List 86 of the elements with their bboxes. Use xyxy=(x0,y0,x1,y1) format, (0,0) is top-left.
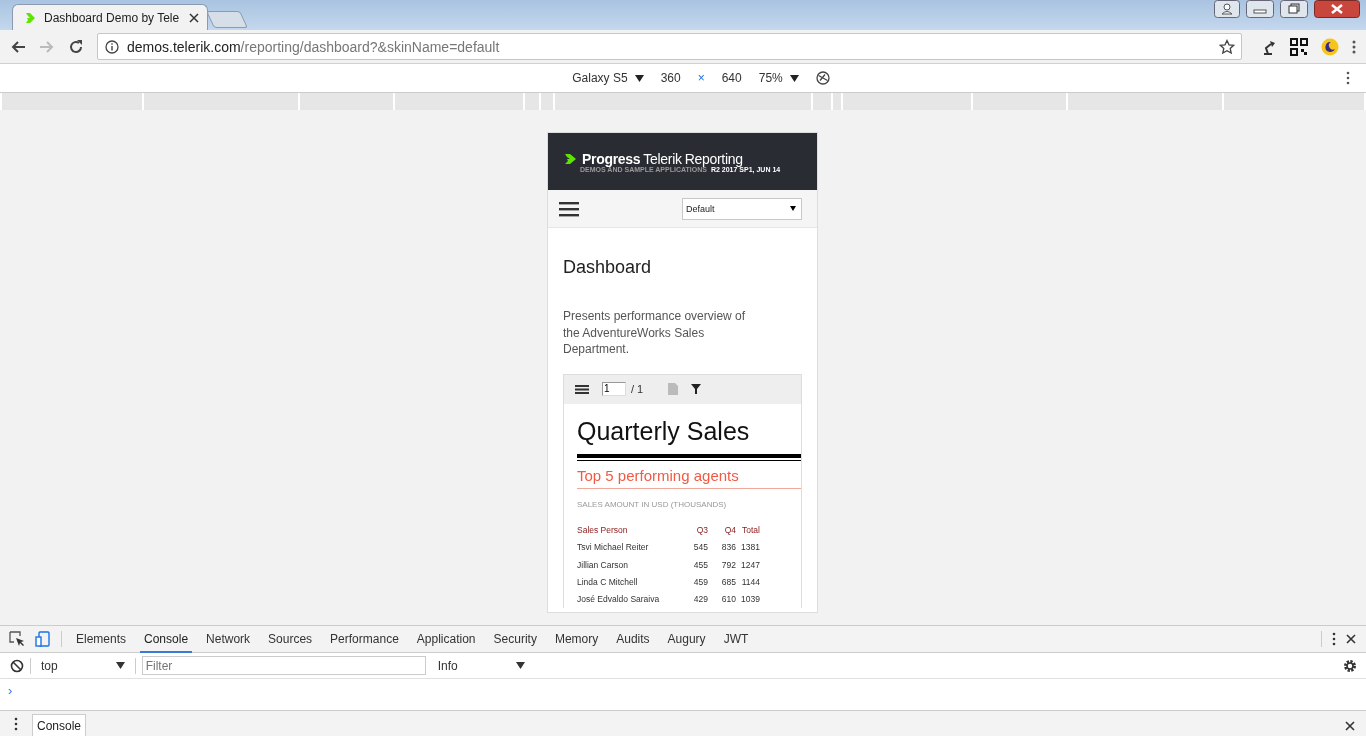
table-cell-text: 836 xyxy=(720,542,736,553)
table-cell-text: 610 xyxy=(720,594,736,605)
devtools-tab[interactable]: Security xyxy=(489,625,541,653)
devtools-tab[interactable]: Application xyxy=(412,625,480,653)
caret-icon xyxy=(789,74,799,82)
table-cell-text: 459 xyxy=(692,577,708,588)
qr-code-icon[interactable] xyxy=(1290,37,1308,56)
close-icon[interactable] xyxy=(189,12,199,23)
console-prompt[interactable]: › xyxy=(8,683,13,698)
info-icon xyxy=(105,39,119,54)
table-cell-text: 685 xyxy=(720,577,736,588)
caret-icon xyxy=(634,74,644,82)
clear-console-icon[interactable] xyxy=(10,658,24,673)
table-cell-text: José Edvaldo Saraiva xyxy=(577,594,661,605)
menu-icon[interactable] xyxy=(575,384,589,394)
close-icon[interactable] xyxy=(1314,0,1360,18)
report-note: SALES AMOUNT IN USD (THOUSANDS) xyxy=(577,499,728,509)
settings-icon[interactable] xyxy=(1343,658,1357,673)
url-text: demos.telerik.com/reporting/dashboard?&skinName=default xyxy=(127,38,501,55)
context-dropdown[interactable]: top xyxy=(37,658,129,673)
reload-icon[interactable] xyxy=(68,38,84,55)
column-header: Total xyxy=(741,525,760,536)
close-icon[interactable] xyxy=(1345,721,1355,731)
devtools-tab[interactable]: Performance xyxy=(326,625,403,653)
zoom-dropdown[interactable]: 75% xyxy=(758,71,799,85)
height-value[interactable]: 640 xyxy=(721,71,742,85)
table-cell-text: 1039 xyxy=(740,594,760,605)
device-dropdown[interactable]: Galaxy S5 xyxy=(572,71,644,85)
devtools-tab[interactable]: JWT xyxy=(719,625,753,653)
menu-icon[interactable] xyxy=(559,200,579,217)
user-icon[interactable] xyxy=(1214,0,1240,18)
devtools-tab[interactable]: Memory xyxy=(550,625,603,653)
devtools-tab[interactable]: Sources xyxy=(264,625,317,653)
report-title: Quarterly Sales xyxy=(577,403,801,458)
filter-field[interactable]: Filter xyxy=(141,656,426,675)
column-header: Q3 xyxy=(695,525,708,536)
close-icon[interactable] xyxy=(1346,634,1356,644)
restore-icon[interactable] xyxy=(1280,0,1308,18)
table-cell-text: Linda C Mitchell xyxy=(577,577,639,588)
table-cell-text: 1381 xyxy=(740,542,760,553)
menu-icon[interactable] xyxy=(14,717,18,731)
skin-dropdown[interactable]: Default xyxy=(682,197,802,220)
devtools-tab[interactable]: Audits xyxy=(612,625,654,653)
product-name: Reporting xyxy=(684,150,743,167)
devtools-tab[interactable]: Network xyxy=(202,625,255,653)
minimize-icon[interactable] xyxy=(1246,0,1274,18)
inspect-icon[interactable] xyxy=(9,631,25,647)
times-sign: × xyxy=(697,71,705,85)
rotate-icon[interactable] xyxy=(815,71,830,85)
caret-icon xyxy=(790,206,796,211)
table-cell-text: Jillian Carson xyxy=(577,559,630,570)
page-number-field[interactable]: 1 xyxy=(602,382,626,396)
column-header: Q4 xyxy=(723,525,736,536)
page-title: Dashboard xyxy=(563,257,653,278)
devtools-tab[interactable]: Augury xyxy=(663,625,710,653)
table-cell-text: 545 xyxy=(692,542,708,553)
table-cell-text: Tsvi Michael Reiter xyxy=(577,542,650,553)
table-cell-text: 429 xyxy=(692,594,708,605)
star-icon[interactable] xyxy=(1219,38,1235,55)
column-header: Sales Person xyxy=(577,525,629,536)
devtools-tab[interactable]: Elements xyxy=(72,625,131,653)
filter-icon[interactable] xyxy=(691,384,702,394)
level-dropdown[interactable]: Info xyxy=(433,658,529,673)
menu-icon[interactable] xyxy=(1352,38,1356,55)
product-name: Telerik xyxy=(643,150,682,167)
page-description: Presents performance overview of the AdventureWorks Sales Department. xyxy=(563,308,747,358)
menu-icon[interactable] xyxy=(1346,71,1350,85)
device-toggle-icon[interactable] xyxy=(35,631,51,647)
address-bar[interactable]: demos.telerik.com/reporting/dashboard?&skinName=default xyxy=(97,33,1242,60)
table-cell-text: 792 xyxy=(720,559,736,570)
menu-icon[interactable] xyxy=(1332,632,1336,646)
devtools-tab[interactable]: Console xyxy=(140,625,193,653)
caret-icon xyxy=(515,662,525,669)
report-subtitle: Top 5 performing agents xyxy=(577,459,801,489)
back-arrow-icon[interactable] xyxy=(10,38,26,55)
page-total: / 1 xyxy=(631,383,644,395)
moon-icon[interactable] xyxy=(1321,37,1339,56)
table-cell-text: 455 xyxy=(692,559,708,570)
leaf-logo-icon xyxy=(23,10,37,25)
drawer-tab[interactable]: Console xyxy=(32,714,87,736)
width-value[interactable]: 360 xyxy=(660,71,681,85)
caret-icon xyxy=(115,662,125,669)
brand-name: Progress xyxy=(582,150,641,167)
browser-tab[interactable]: Dashboard Demo by Tele xyxy=(12,4,208,30)
table-cell-text: 1144 xyxy=(740,577,760,588)
table-cell-text: 1247 xyxy=(740,559,760,570)
